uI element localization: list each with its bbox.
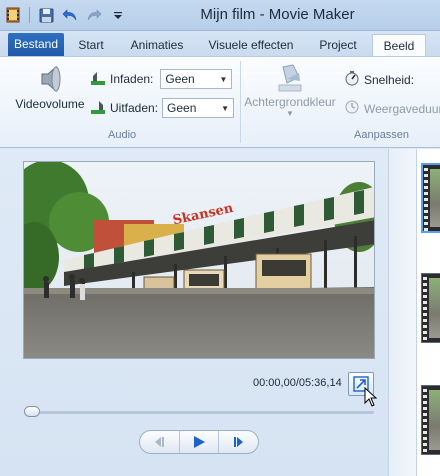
ribbon-tab-bar: Bestand Start Animaties Visuele effecten…	[0, 31, 440, 56]
playback-controls	[139, 430, 259, 454]
video-frame-image: Skansen	[24, 162, 374, 358]
fade-in-value: Geen	[165, 72, 195, 86]
play-button[interactable]	[180, 431, 220, 453]
background-color-label: Achtergrondkleur	[244, 95, 336, 109]
speaker-icon	[14, 63, 86, 97]
ribbon-panel: Videovolume Infaden: Geen ▼ Uitfaden: Ge…	[0, 56, 440, 148]
video-volume-label: Videovolume	[15, 97, 85, 111]
duration-label: Weergaveduur	[364, 101, 440, 116]
chevron-down-icon: ▼	[286, 109, 294, 118]
tab-visuele-effecten[interactable]: Visuele effecten	[206, 34, 296, 56]
fade-out-icon	[90, 99, 106, 118]
seek-slider-thumb[interactable]	[24, 406, 40, 417]
next-frame-icon	[233, 437, 243, 447]
fade-out-select[interactable]: Geen ▼	[162, 98, 235, 118]
duration-row[interactable]: Weergaveduur	[344, 99, 440, 118]
tab-animaties[interactable]: Animaties	[126, 34, 188, 56]
group-separator	[240, 61, 241, 143]
mouse-cursor-icon	[364, 387, 378, 407]
tab-start[interactable]: Start	[74, 34, 108, 56]
window-title: Mijn film - Movie Maker	[200, 6, 355, 23]
play-icon	[194, 436, 205, 448]
audio-group-label: Audio	[108, 129, 137, 141]
fade-in-label: Infaden:	[110, 72, 154, 86]
speed-label: Snelheid:	[364, 72, 415, 87]
timecode-display: 00:00,00/05:36,14	[253, 377, 342, 389]
chevron-down-icon: ▼	[221, 103, 230, 113]
adjust-group-label: Aanpassen	[354, 129, 410, 141]
next-frame-button[interactable]	[219, 431, 258, 453]
chevron-down-icon: ▼	[219, 74, 228, 84]
storyboard-clip[interactable]	[421, 163, 440, 233]
storyboard-pane	[416, 149, 440, 476]
video-preview[interactable]: Skansen	[23, 161, 375, 359]
tab-project[interactable]: Project	[314, 34, 362, 56]
tab-bestand[interactable]: Bestand	[8, 33, 64, 56]
fade-out-value: Geen	[167, 101, 197, 115]
seek-slider-track[interactable]	[24, 411, 374, 414]
speed-icon	[344, 70, 360, 89]
fade-in-select[interactable]: Geen ▼	[160, 69, 233, 89]
tab-beeld[interactable]: Beeld	[372, 34, 426, 56]
duration-icon	[344, 99, 360, 118]
video-volume-button[interactable]: Videovolume	[14, 63, 86, 111]
fade-out-row: Uitfaden: Geen ▼	[90, 98, 235, 118]
previous-frame-icon	[155, 437, 165, 447]
storyboard-clip[interactable]	[421, 385, 440, 455]
fade-in-icon	[90, 70, 106, 89]
title-bar: Mijn film - Movie Maker	[0, 0, 440, 31]
pane-divider[interactable]	[388, 149, 416, 476]
previous-frame-button[interactable]	[140, 431, 180, 453]
fade-out-label: Uitfaden:	[110, 101, 159, 115]
background-color-button[interactable]: Achtergrondkleur ▼	[244, 61, 336, 118]
speed-row[interactable]: Snelheid:	[344, 70, 414, 89]
fade-in-row: Infaden: Geen ▼	[90, 69, 233, 89]
storyboard-clip[interactable]	[421, 273, 440, 343]
preview-pane: Skansen 00:00,00/05:36,14	[0, 149, 388, 476]
paint-bucket-icon	[244, 61, 336, 95]
